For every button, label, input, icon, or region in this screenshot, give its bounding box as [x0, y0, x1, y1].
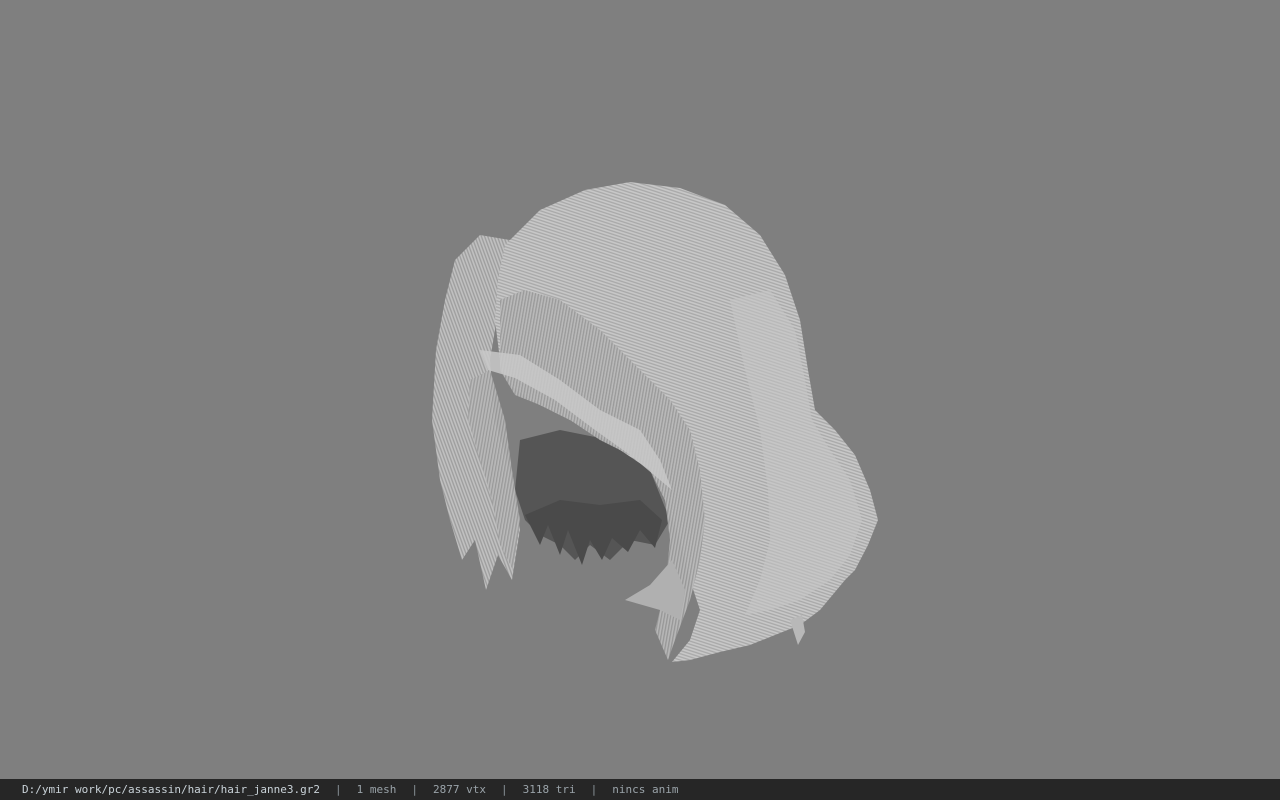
3d-viewport[interactable] — [0, 0, 1280, 779]
status-separator: | — [335, 783, 342, 796]
hair-mesh-render[interactable] — [0, 0, 1280, 779]
triangle-count: 3118 tri — [522, 783, 576, 796]
file-path: D:/ymir work/pc/assassin/hair/hair_janne… — [22, 783, 321, 796]
vertex-count: 2877 vtx — [433, 783, 486, 796]
status-bar: D:/ymir work/pc/assassin/hair/hair_janne… — [0, 779, 1280, 800]
mesh-count: 1 mesh — [356, 783, 397, 796]
animation-info: nincs anim — [612, 783, 679, 796]
status-separator: | — [411, 783, 419, 796]
status-separator: | — [590, 783, 598, 796]
status-separator: | — [501, 783, 508, 796]
hair-tip-right — [790, 615, 805, 645]
